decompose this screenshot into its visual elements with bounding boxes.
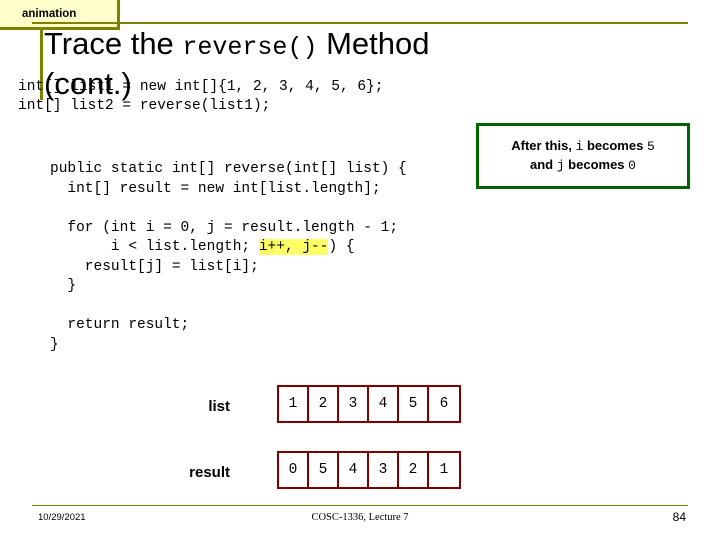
declaration-code-block: int[] list1 = new int[]{1, 2, 3, 4, 5, 6… — [18, 79, 384, 114]
result-cell-2: 4 — [339, 453, 369, 487]
result-cell-4: 2 — [399, 453, 429, 487]
callout-text-4: becomes — [564, 157, 629, 172]
page-title-suffix: Method — [317, 26, 430, 61]
page-title-prefix: Trace the — [44, 26, 183, 61]
code-line-5: i < list.length; — [50, 239, 259, 255]
code-line-9: return result; — [50, 317, 190, 333]
animation-tab-label: animation — [22, 7, 77, 20]
callout-text-2: becomes — [583, 138, 647, 153]
code-line-4: for (int i = 0, j = result.length - 1; — [50, 219, 399, 236]
callout-text-1: After this, — [511, 138, 576, 153]
result-array: 0 5 4 3 2 1 — [277, 451, 461, 489]
result-cell-1: 5 — [309, 453, 339, 487]
result-cell-3: 3 — [369, 453, 399, 487]
list-cell-4: 5 — [399, 387, 429, 421]
list-cell-0: 1 — [279, 387, 309, 421]
callout-value-j: 0 — [628, 158, 636, 173]
callout-line-2: and j becomes 0 — [530, 156, 636, 175]
callout-line-1: After this, i becomes 5 — [511, 137, 655, 156]
code-line-10: } — [50, 336, 59, 353]
code-line-2: int[] result = new int[list.length]; — [50, 180, 381, 197]
result-array-label: result — [189, 464, 230, 481]
result-cell-5: 1 — [429, 453, 459, 487]
code-line-7: } — [50, 278, 77, 294]
list-cell-2: 3 — [339, 387, 369, 421]
result-cell-0: 0 — [279, 453, 309, 487]
callout-text-3: and — [530, 157, 557, 172]
method-code-block: public static int[] reverse(int[] list) … — [50, 160, 407, 355]
callout-box: After this, i becomes 5 and j becomes 0 — [476, 123, 690, 189]
footer-course-label: COSC-1336, Lecture 7 — [311, 512, 409, 523]
code-line-1: public static int[] reverse(int[] list) … — [50, 161, 407, 177]
callout-value-i: 5 — [646, 139, 655, 154]
code-line-5-suffix: ) { — [328, 239, 355, 255]
code-line-5-highlight: i++, j-- — [258, 239, 329, 255]
callout-var-j: j — [556, 158, 565, 173]
list-cell-3: 4 — [369, 387, 399, 421]
code-line-6: result[j] = list[i]; — [50, 258, 259, 275]
page-title-method: reverse() — [182, 33, 318, 62]
header-divider — [32, 22, 688, 24]
list-cell-1: 2 — [309, 387, 339, 421]
footer-divider — [32, 505, 688, 506]
list-cell-5: 6 — [429, 387, 459, 421]
list-array-label: list — [208, 398, 230, 415]
list-array: 1 2 3 4 5 6 — [277, 385, 461, 423]
footer-page-number: 84 — [672, 510, 686, 524]
